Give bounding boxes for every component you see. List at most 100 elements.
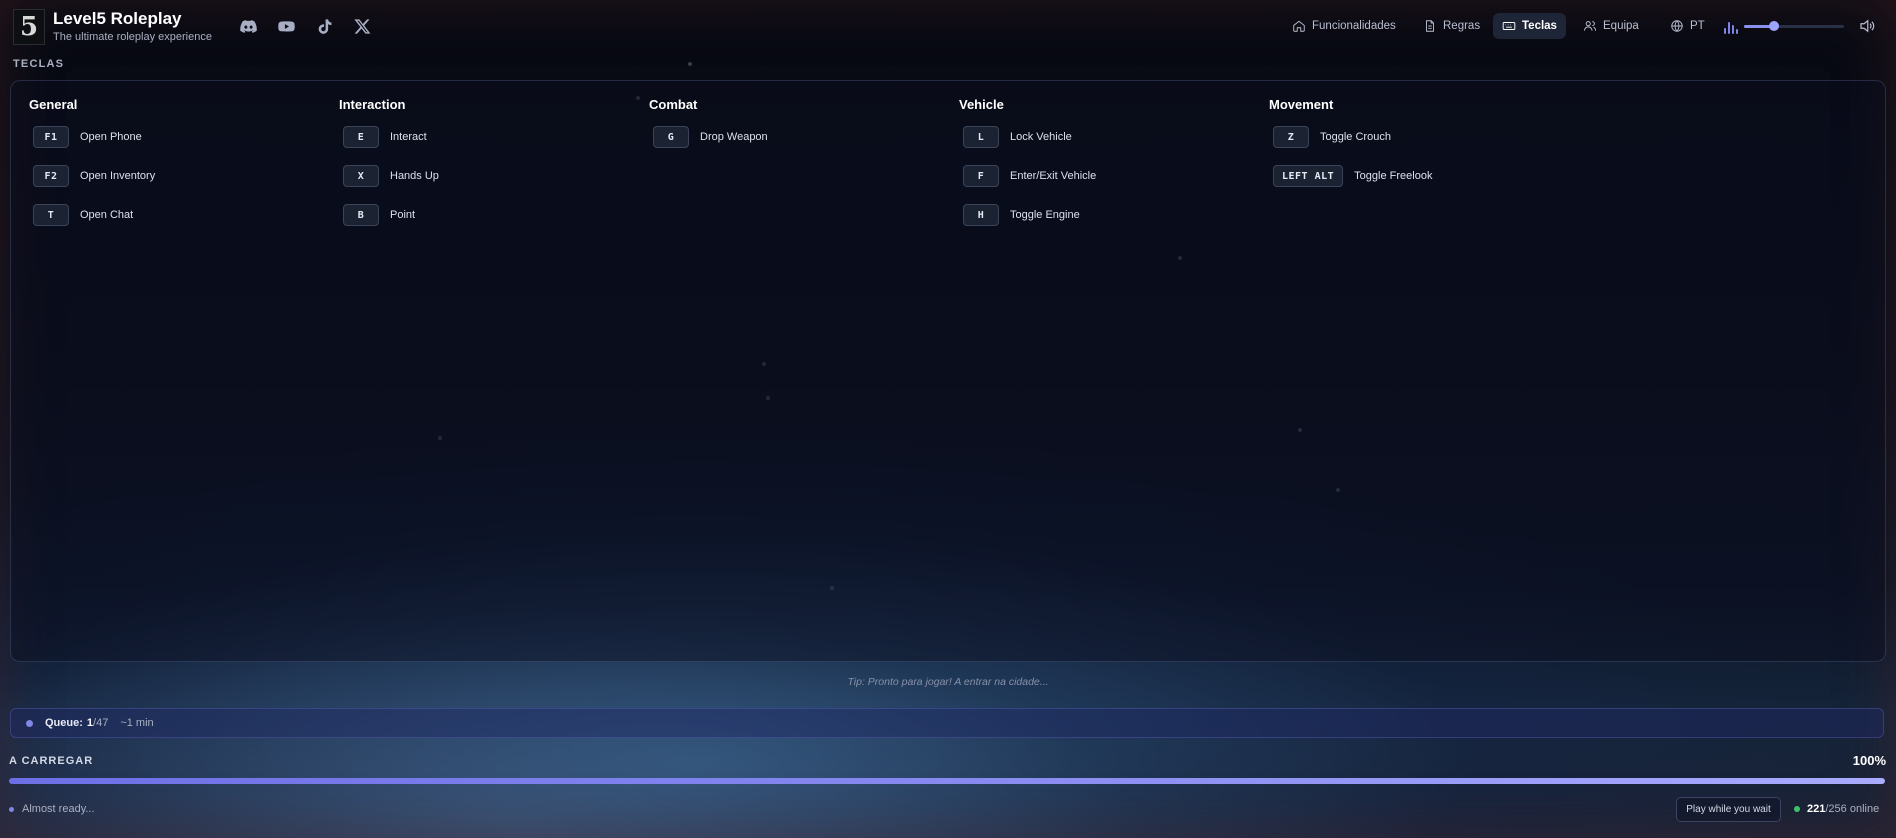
- key-cap: Z: [1273, 126, 1309, 148]
- keybind-action: Toggle Engine: [1010, 209, 1080, 221]
- keybind-group-combat: Combat G Drop Weapon: [631, 97, 931, 164]
- key-cap: F1: [33, 126, 69, 148]
- loading-percent: 100%: [1852, 753, 1886, 768]
- keybind-action: Toggle Freelook: [1354, 170, 1433, 182]
- x-link[interactable]: [352, 16, 372, 36]
- key-cap: B: [343, 204, 379, 226]
- key-cap: F2: [33, 165, 69, 187]
- keybind-row: Z Toggle Crouch: [1273, 125, 1551, 149]
- nav-label: Teclas: [1522, 20, 1557, 32]
- keybind-action: Drop Weapon: [700, 131, 768, 143]
- volume-slider-handle[interactable]: [1769, 21, 1779, 31]
- youtube-icon: [277, 20, 295, 32]
- language-selector[interactable]: PT: [1661, 13, 1714, 39]
- loading-status-text: Almost ready...: [22, 803, 95, 815]
- keybind-group-general: General F1 Open Phone F2 Open Inventory …: [11, 97, 311, 242]
- keybind-row: B Point: [343, 203, 621, 227]
- nav-equipa[interactable]: Equipa: [1574, 13, 1648, 39]
- keybind-row: G Drop Weapon: [653, 125, 931, 149]
- keybind-group-movement: Movement Z Toggle Crouch LEFT ALT Toggle…: [1251, 97, 1551, 203]
- queue-eta: ~1 min: [120, 717, 154, 729]
- star-particle: [688, 62, 692, 66]
- keybind-row: X Hands Up: [343, 164, 621, 188]
- keyboard-icon: [1502, 22, 1516, 30]
- discord-icon: [239, 19, 257, 33]
- key-cap: G: [653, 126, 689, 148]
- online-count: 221: [1807, 803, 1826, 815]
- keybind-action: Point: [390, 209, 416, 221]
- globe-icon: [1671, 20, 1683, 32]
- brand-subtitle: The ultimate roleplay experience: [53, 31, 212, 43]
- speaker-icon: [1860, 19, 1875, 33]
- online-counter: 221 /256 online: [1794, 803, 1879, 815]
- keybind-action: Toggle Crouch: [1320, 131, 1391, 143]
- keybind-group-interaction: Interaction E Interact X Hands Up B Poin…: [321, 97, 621, 242]
- online-suffix: online: [1846, 803, 1880, 815]
- queue-bar: Queue: 1 /47 ~1 min: [10, 708, 1884, 738]
- loading-label: A CARREGAR: [9, 755, 94, 767]
- status-dot: [9, 806, 14, 812]
- group-title: Combat: [649, 97, 698, 112]
- key-cap: L: [963, 126, 999, 148]
- nav-teclas[interactable]: Teclas: [1493, 13, 1566, 39]
- x-icon: [353, 18, 370, 34]
- group-title: General: [29, 97, 78, 112]
- top-header: 5 Level5 Roleplay The ultimate roleplay …: [0, 0, 1896, 54]
- online-max: /256: [1825, 803, 1847, 815]
- nav-regras[interactable]: Regras: [1414, 13, 1489, 39]
- play-while-you-wait-button[interactable]: Play while you wait: [1676, 797, 1781, 822]
- nav-funcionalidades[interactable]: Funcionalidades: [1283, 13, 1405, 39]
- loading-tip: Tip: Pronto para jogar! A entrar na cida…: [847, 676, 1049, 688]
- volume-visualizer-icon: [1724, 20, 1738, 34]
- speaker-button[interactable]: [1858, 17, 1876, 35]
- nav-label: Equipa: [1603, 20, 1639, 32]
- queue-total: /47: [93, 717, 109, 729]
- keybind-row: E Interact: [343, 125, 621, 149]
- tiktok-link[interactable]: [314, 16, 334, 36]
- keybind-row: LEFT ALT Toggle Freelook: [1273, 164, 1551, 188]
- youtube-link[interactable]: [276, 16, 296, 36]
- keybind-action: Hands Up: [390, 170, 439, 182]
- keybind-action: Interact: [390, 131, 427, 143]
- nav-label: Funcionalidades: [1312, 20, 1396, 32]
- loading-status: Almost ready...: [9, 803, 95, 815]
- key-cap: X: [343, 165, 379, 187]
- keybind-row: F2 Open Inventory: [33, 164, 311, 188]
- brand-logo[interactable]: 5: [13, 9, 45, 45]
- queue-label: Queue:: [45, 717, 83, 729]
- queue-status-dot: [26, 719, 33, 727]
- key-cap: F: [963, 165, 999, 187]
- keybind-row: F1 Open Phone: [33, 125, 311, 149]
- online-status-dot: [1794, 806, 1800, 812]
- key-cap: LEFT ALT: [1273, 165, 1344, 187]
- keybind-row: F Enter/Exit Vehicle: [963, 164, 1241, 188]
- keybind-row: L Lock Vehicle: [963, 125, 1241, 149]
- tiktok-icon: [318, 18, 331, 34]
- discord-link[interactable]: [238, 16, 258, 36]
- keybind-action: Enter/Exit Vehicle: [1010, 170, 1097, 182]
- document-icon: [1426, 20, 1434, 32]
- brand-title: Level5 Roleplay: [53, 9, 182, 28]
- group-title: Vehicle: [959, 97, 1004, 112]
- keybind-row: T Open Chat: [33, 203, 311, 227]
- nav-label: PT: [1690, 20, 1705, 32]
- nav-label: Regras: [1443, 20, 1481, 32]
- keybinds-panel: General F1 Open Phone F2 Open Inventory …: [10, 80, 1886, 662]
- keybind-row: H Toggle Engine: [963, 203, 1241, 227]
- loading-progress-fill: [9, 778, 1885, 784]
- section-label: TECLAS: [13, 58, 65, 70]
- keybind-action: Open Inventory: [80, 170, 156, 182]
- group-title: Movement: [1269, 97, 1334, 112]
- loading-progress-bar: [9, 778, 1885, 784]
- key-cap: H: [963, 204, 999, 226]
- key-cap: E: [343, 126, 379, 148]
- home-icon: [1293, 20, 1305, 32]
- users-icon: [1583, 21, 1597, 31]
- keybind-action: Open Phone: [80, 131, 142, 143]
- key-cap: T: [33, 204, 69, 226]
- keybind-action: Open Chat: [80, 209, 134, 221]
- keybind-action: Lock Vehicle: [1010, 131, 1072, 143]
- group-title: Interaction: [339, 97, 406, 112]
- keybind-group-vehicle: Vehicle L Lock Vehicle F Enter/Exit Vehi…: [941, 97, 1241, 242]
- volume-slider[interactable]: [1744, 21, 1844, 31]
